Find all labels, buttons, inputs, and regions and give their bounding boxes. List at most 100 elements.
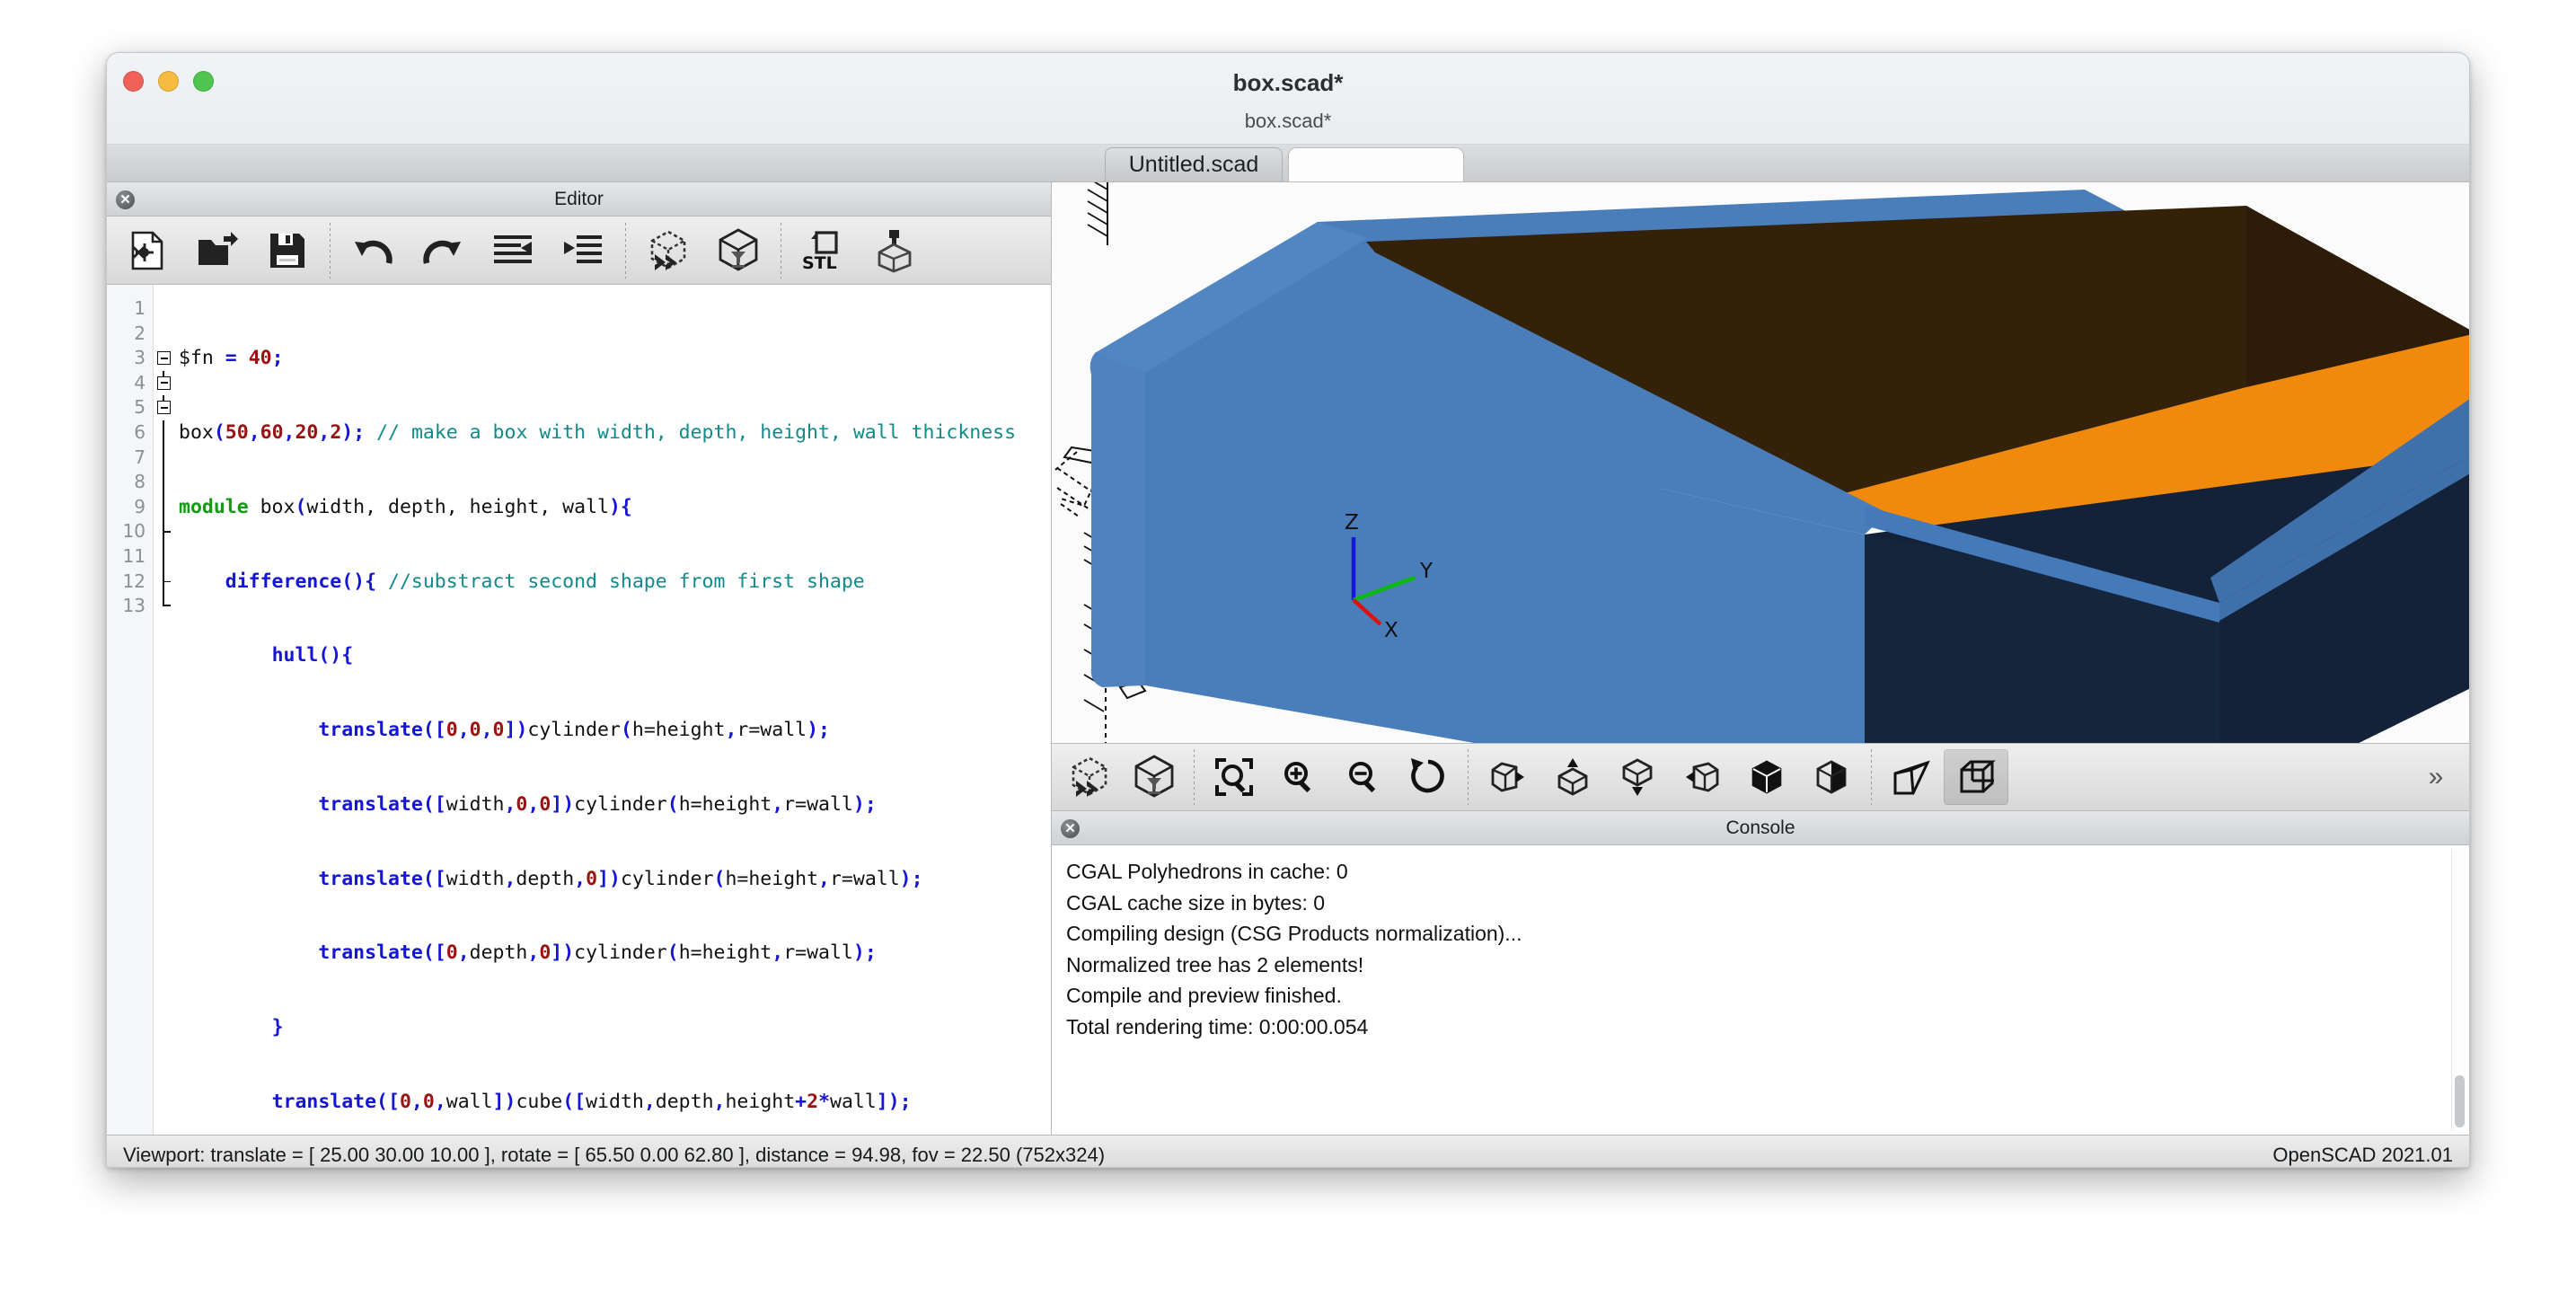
line-number: 10 [122, 520, 146, 543]
tab-label: Untitled.scad [1128, 152, 1259, 177]
export-stl-button[interactable]: STL [789, 223, 859, 278]
preview-icon [646, 229, 691, 272]
code-line-6: translate([0,0,0])cylinder(h=height,r=wa… [318, 719, 830, 742]
code-text[interactable]: $fn = 40; box(50,60,20,2); // make a box… [179, 296, 1051, 1135]
new-file-button[interactable] [112, 223, 182, 278]
console-line: Normalized tree has 2 elements! [1066, 952, 1364, 976]
view-front-button[interactable] [1734, 749, 1799, 805]
preview-icon [1067, 756, 1112, 799]
send-to-print-icon [872, 228, 915, 273]
console-output[interactable]: CGAL Polyhedrons in cache: 0 CGAL cache … [1052, 845, 2469, 1135]
fold-toggle-module[interactable] [154, 346, 175, 371]
fold-line [154, 543, 175, 570]
tab-blank[interactable] [1288, 147, 1465, 181]
status-bar: Viewport: translate = [ 25.00 30.00 10.0… [107, 1135, 2469, 1167]
3d-model-render: Z Y X [1052, 182, 2469, 743]
zoom-in-button[interactable] [1266, 749, 1331, 805]
editor-toolbar: STL [107, 216, 1051, 285]
view-bottom-button[interactable] [1605, 749, 1670, 805]
open-file-button[interactable] [182, 223, 252, 278]
render-icon [1132, 755, 1177, 800]
svg-text:STL: STL [802, 253, 837, 272]
view-top-button[interactable] [1540, 749, 1605, 805]
code-line-9: translate([0,depth,0])cylinder(h=height,… [318, 941, 877, 965]
line-number: 3 [134, 347, 146, 369]
console-panel-title: Console [1725, 817, 1795, 838]
zoom-out-button[interactable] [1331, 749, 1396, 805]
toolbar-separator [1194, 749, 1195, 805]
app-window: box.scad* box.scad* Untitled.scad ✕ Edit… [106, 52, 2470, 1168]
right-pane: Z Y X » ✕ Console CGAL Polyhedrons in ca… [1052, 182, 2469, 1135]
view-bottom-icon [1617, 756, 1658, 798]
orthogonal-button[interactable] [1944, 749, 2008, 805]
viewport-status-text: Viewport: translate = [ 25.00 30.00 10.0… [123, 1143, 1106, 1166]
viewport-toolbar: » [1052, 743, 2469, 811]
console-line: Compiling design (CSG Products normaliza… [1066, 922, 1522, 945]
save-button[interactable] [252, 223, 322, 278]
fold-toggle-difference[interactable] [154, 370, 175, 396]
fold-end-difference [154, 569, 175, 595]
indent-button[interactable] [548, 223, 618, 278]
console-line: CGAL Polyhedrons in cache: 0 [1066, 860, 1348, 883]
view-back-button[interactable] [1799, 749, 1864, 805]
tab-untitled-scad[interactable]: Untitled.scad [1104, 147, 1284, 181]
fold-toggle-hull[interactable] [154, 395, 175, 420]
perspective-button[interactable] [1879, 749, 1944, 805]
tab-bar: Untitled.scad [107, 145, 2469, 182]
redo-button[interactable] [408, 223, 478, 278]
line-number-gutter: 1 2 3 4 5 6 7 8 9 10 11 12 13 [107, 285, 154, 1135]
viewport-render-button[interactable] [1122, 749, 1187, 805]
render-button[interactable] [703, 223, 773, 278]
view-right-button[interactable] [1476, 749, 1540, 805]
3d-viewport[interactable]: Z Y X [1052, 182, 2469, 743]
viewport-preview-button[interactable] [1057, 749, 1122, 805]
fold-line [154, 494, 175, 520]
line-number: 5 [134, 396, 146, 419]
fold-end-hull [154, 519, 175, 544]
undo-button[interactable] [338, 223, 408, 278]
zoom-fit-button[interactable] [1202, 749, 1266, 805]
console-scrollbar[interactable] [2451, 849, 2466, 1131]
console-line: CGAL cache size in bytes: 0 [1066, 890, 1326, 915]
code-line-8: translate([width,depth,0])cylinder(h=hei… [318, 867, 923, 890]
fold-end-module [154, 594, 175, 619]
code-line-2: box(50,60,20,2); // make a box with widt… [179, 420, 1017, 444]
console-panel-header: ✕ Console [1052, 811, 2469, 845]
code-line-3: module box(width, depth, height, wall){ [179, 495, 632, 518]
code-line-5: hull(){ [271, 644, 354, 667]
toolbar-overflow-button[interactable]: » [2408, 749, 2464, 805]
code-line-1: $fn = 40; [179, 347, 284, 370]
line-number: 11 [122, 544, 146, 567]
console-scrollbar-thumb[interactable] [2455, 1075, 2465, 1127]
fold-line [154, 470, 175, 495]
main-split: ✕ Editor STL 1 2 3 4 5 6 7 8 9 10 11 12 … [107, 182, 2469, 1135]
code-line-7: translate([width,0,0])cylinder(h=height,… [318, 792, 877, 816]
toolbar-separator [330, 222, 331, 278]
view-right-icon [1487, 756, 1529, 798]
code-editor[interactable]: 1 2 3 4 5 6 7 8 9 10 11 12 13 $fn = 40; … [107, 285, 1051, 1135]
view-left-icon [1681, 756, 1723, 798]
line-number: 8 [134, 471, 146, 493]
code-fold-column[interactable] [154, 285, 175, 1135]
export-stl-icon: STL [798, 229, 849, 272]
svg-text:X: X [1384, 619, 1398, 642]
view-top-icon [1552, 756, 1593, 798]
unindent-button[interactable] [478, 223, 548, 278]
svg-text:Y: Y [1419, 560, 1434, 583]
console-line: Total rendering time: 0:00:00.054 [1066, 1014, 1369, 1038]
perspective-icon [1890, 757, 1933, 797]
reset-view-button[interactable] [1396, 749, 1460, 805]
line-number: 9 [134, 495, 146, 517]
preview-button[interactable] [633, 223, 703, 278]
send-to-print-button[interactable] [859, 223, 929, 278]
close-editor-icon[interactable]: ✕ [116, 190, 135, 209]
view-left-button[interactable] [1670, 749, 1734, 805]
line-number: 4 [134, 371, 146, 393]
fold-line [154, 420, 175, 446]
titlebar: box.scad* box.scad* [107, 53, 2469, 145]
close-console-icon[interactable]: ✕ [1061, 819, 1080, 838]
toolbar-separator [1871, 749, 1872, 805]
zoom-out-icon [1343, 756, 1384, 798]
save-icon [269, 232, 306, 270]
